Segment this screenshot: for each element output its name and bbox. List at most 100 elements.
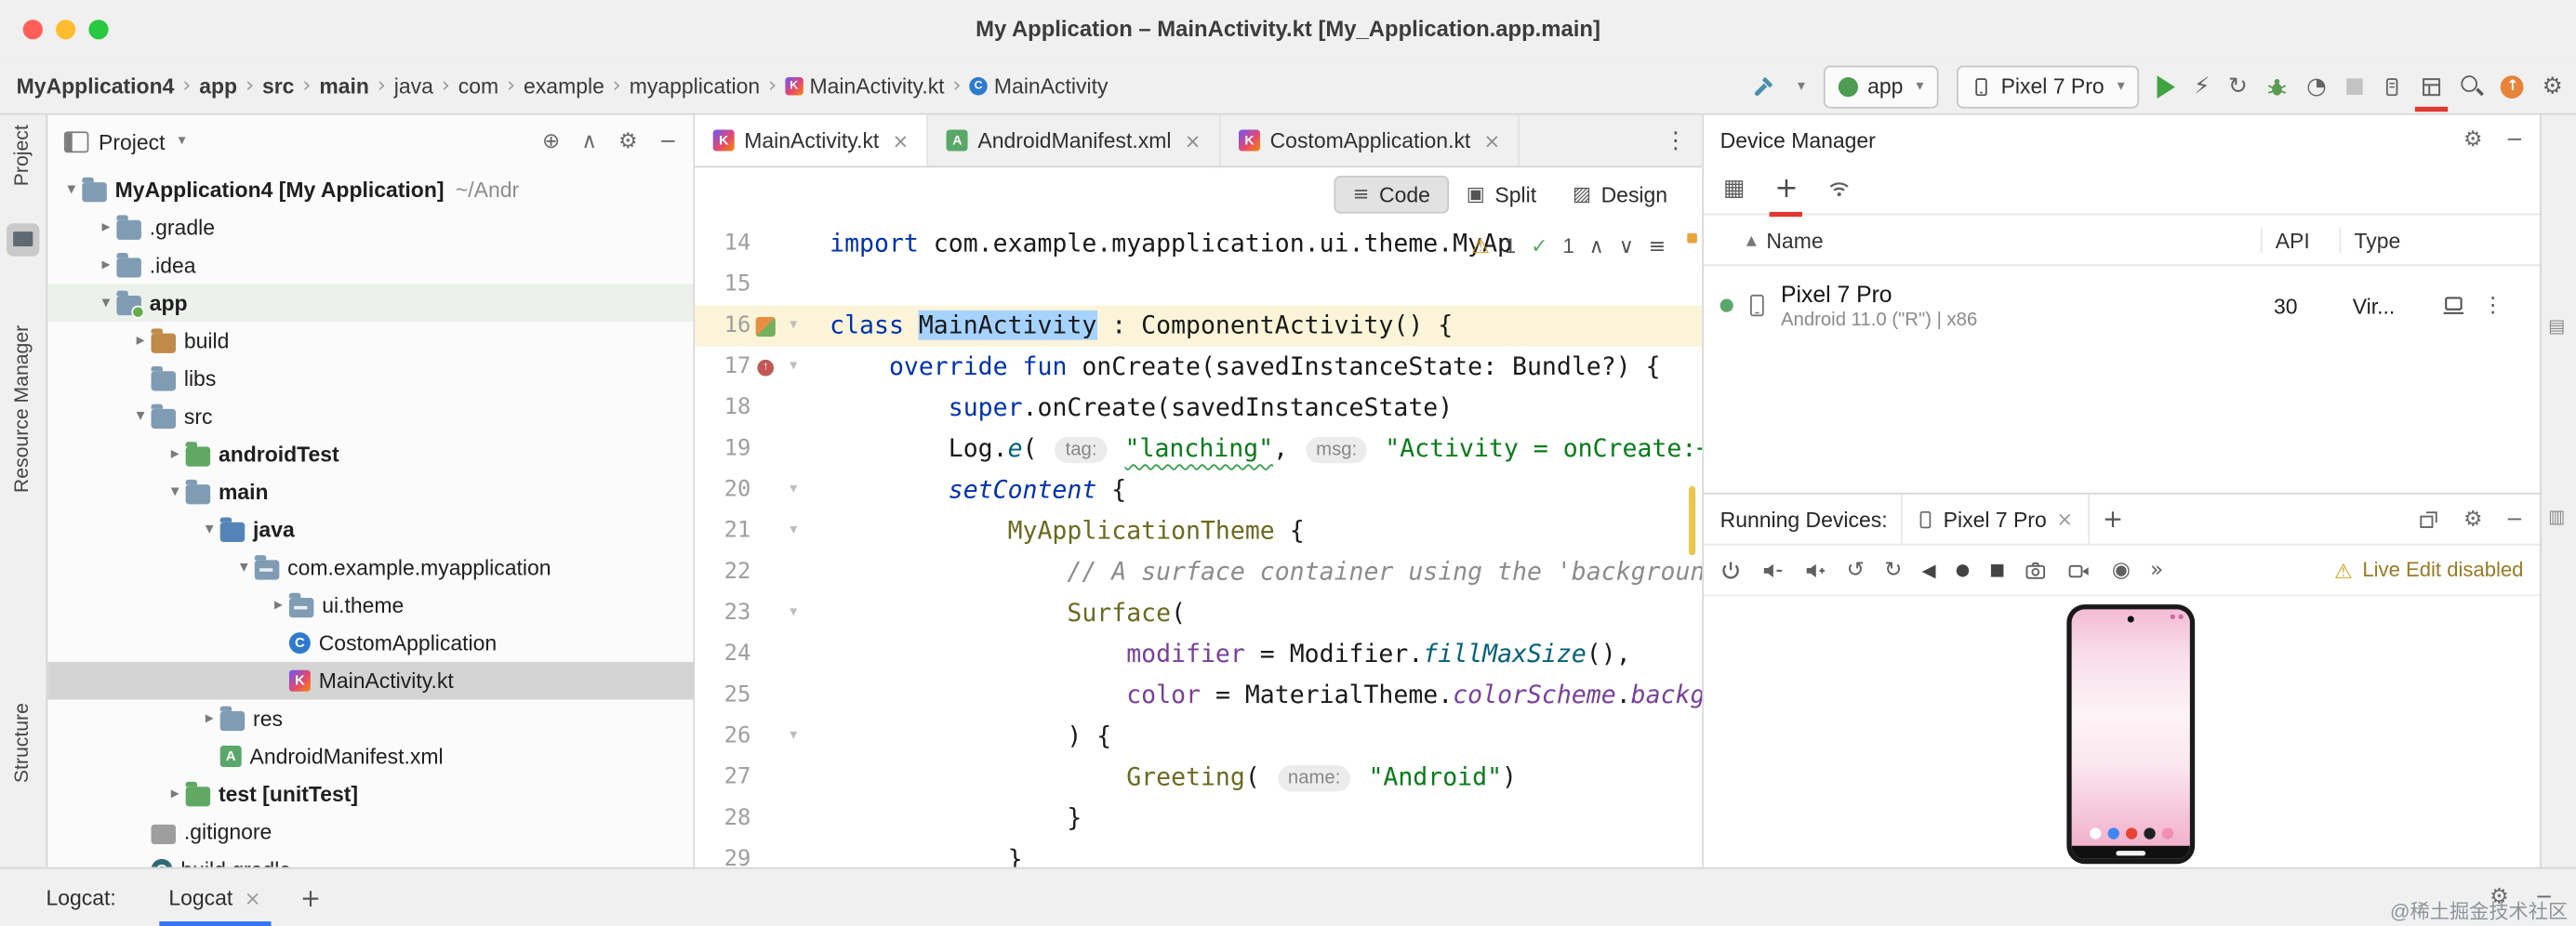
expand-arrow-icon[interactable]: ▸	[95, 257, 116, 274]
column-api[interactable]: API	[2260, 227, 2340, 253]
settings-gear-icon[interactable]: ⚙	[2543, 74, 2563, 98]
rotate-left-icon[interactable]: ↺	[1847, 558, 1865, 582]
tree-item-build[interactable]: ▸ build	[47, 322, 693, 360]
emulator-phone-frame[interactable]	[2066, 604, 2196, 865]
fold-marker-icon[interactable]: ▾	[780, 510, 806, 551]
expand-arrow-icon[interactable]: ▸	[130, 332, 152, 350]
tab-list-kebab-icon[interactable]: ⋮	[1650, 115, 1703, 166]
editor-tab-mainactivity-kt[interactable]: K MainActivity.kt ×	[695, 114, 929, 166]
debug-icon[interactable]	[2265, 74, 2289, 98]
code-line-18[interactable]: 18 super.onCreate(savedInstanceState)	[695, 388, 1702, 429]
tree-item-gitignore[interactable]: .gitignore	[47, 813, 693, 851]
tree-item-gradle[interactable]: ▸ .gradle	[47, 208, 693, 246]
hide-panel-icon[interactable]: −	[659, 129, 677, 153]
running-devices-stripe-icon[interactable]: ▥	[2548, 506, 2565, 527]
device-select[interactable]: Pixel 7 Pro ▾	[1956, 64, 2140, 108]
stripe-item-resource-manager[interactable]: Resource Manager	[10, 325, 33, 493]
breadcrumb-item-mainactivity-kt[interactable]: K MainActivity.kt	[781, 73, 948, 100]
editor-tab-costomapplication-kt[interactable]: K CostomApplication.kt ×	[1221, 114, 1520, 166]
breadcrumb-item-src[interactable]: src	[259, 73, 298, 100]
breadcrumb-item-app[interactable]: app	[196, 73, 241, 100]
group-devices-icon[interactable]: ▦	[1723, 176, 1745, 202]
editor-scrollbar[interactable]	[1682, 223, 1702, 866]
tree-item-main[interactable]: ▾ main	[47, 473, 693, 511]
profiler-icon[interactable]: ◔	[2306, 74, 2327, 98]
snapshot-icon[interactable]: ◉	[2112, 558, 2131, 582]
device-explorer-icon[interactable]	[2383, 74, 2402, 98]
code-line-26[interactable]: 26 ▾ ) {	[695, 716, 1702, 757]
code-line-23[interactable]: 23 ▾ Surface(	[695, 593, 1702, 634]
project-stripe-icon[interactable]	[7, 223, 40, 257]
code-line-17[interactable]: 17 ↑ ▾ override fun onCreate(savedInstance…	[695, 347, 1702, 388]
search-icon[interactable]	[2462, 75, 2483, 97]
breadcrumb-item-myapplication4[interactable]: MyApplication4	[13, 73, 178, 100]
add-logcat-tab-icon[interactable]: +	[300, 883, 321, 913]
tree-item-androidmanifest-xml[interactable]: A AndroidManifest.xml	[47, 737, 693, 775]
build-hammer-icon[interactable]	[1751, 73, 1775, 98]
tree-item-app[interactable]: ▾ app	[47, 284, 694, 323]
expand-arrow-icon[interactable]: ▸	[165, 785, 186, 802]
editor-tab-androidmanifest-xml[interactable]: A AndroidManifest.xml ×	[928, 114, 1221, 166]
android-class-gutter-icon[interactable]	[750, 316, 780, 337]
stripe-item-structure[interactable]: Structure	[10, 703, 33, 783]
code-line-28[interactable]: 28 }	[695, 799, 1702, 840]
expand-arrow-icon[interactable]: ▾	[130, 407, 152, 425]
view-mode-code[interactable]: ≡ Code	[1334, 175, 1449, 213]
locate-file-icon[interactable]: ⊕	[542, 129, 560, 153]
emulator-screen[interactable]	[2071, 609, 2190, 859]
fold-marker-icon[interactable]: ▾	[780, 347, 806, 388]
expand-arrow-icon[interactable]: ▸	[268, 596, 289, 614]
tree-item-libs[interactable]: libs	[47, 360, 693, 398]
screenshot-camera-icon[interactable]	[2025, 560, 2048, 581]
more-actions-chevrons-icon[interactable]: »	[2150, 558, 2163, 582]
code-line-27[interactable]: 27 Greeting( name: "Android")	[695, 757, 1702, 798]
tree-item-ui-theme[interactable]: ▸ ui.theme	[47, 587, 693, 625]
tree-item-costomapplication[interactable]: C CostomApplication	[47, 624, 693, 662]
tree-item-androidtest[interactable]: ▸ androidTest	[47, 435, 693, 473]
expand-arrow-icon[interactable]: ▸	[95, 218, 116, 236]
code-line-20[interactable]: 20 ▾ setContent {	[695, 470, 1702, 510]
expand-arrow-icon[interactable]: ▸	[199, 709, 220, 727]
next-issue-icon[interactable]: ∨	[1619, 233, 1634, 258]
code-line-25[interactable]: 25 color = MaterialTheme.colorScheme.bac…	[695, 675, 1703, 716]
android-back-button-icon[interactable]: ◀	[1922, 560, 1936, 581]
code-line-15[interactable]: 15	[695, 264, 1702, 305]
code-line-19[interactable]: 19 Log.e( tag: "lanching", msg: "Activit…	[695, 429, 1703, 470]
tree-item-test-unittest[interactable]: ▸ test [unitTest]	[47, 775, 693, 814]
breadcrumb-item-main[interactable]: main	[316, 73, 373, 100]
column-name[interactable]: Name	[1766, 228, 1823, 252]
build-dropdown-caret-icon[interactable]: ▾	[1798, 78, 1805, 95]
expand-arrow-icon[interactable]: ▾	[165, 483, 186, 500]
panel-settings-gear-icon[interactable]: ⚙	[618, 129, 638, 153]
check-icon[interactable]: ✓	[1531, 233, 1548, 258]
float-window-icon[interactable]	[2419, 509, 2440, 530]
fold-marker-icon[interactable]: ▾	[780, 593, 806, 634]
close-tab-icon[interactable]: ×	[245, 886, 261, 909]
code-line-24[interactable]: 24 modifier = Modifier.fillMaxSize(),	[695, 634, 1702, 675]
code-line-16[interactable]: 16 ▾ class MainActivity : ComponentActivit…	[695, 305, 1703, 347]
add-device-button[interactable]: +	[1770, 174, 1803, 217]
launch-on-device-icon[interactable]	[2441, 295, 2465, 316]
expand-arrow-icon[interactable]: ▾	[95, 294, 116, 311]
close-tab-icon[interactable]: ×	[1483, 129, 1500, 152]
device-more-actions-icon[interactable]: ⋮	[2482, 293, 2503, 317]
tree-item-res[interactable]: ▸ res	[47, 700, 693, 738]
close-tab-icon[interactable]: ×	[1185, 129, 1202, 152]
sync-icon[interactable]: ↻	[2228, 74, 2248, 98]
prev-issue-icon[interactable]: ∧	[1589, 233, 1604, 258]
fold-marker-icon[interactable]: ▾	[780, 306, 806, 347]
device-row[interactable]: Pixel 7 Pro Android 11.0 ("R") | x86 30 …	[1704, 266, 2540, 345]
android-home-button-icon[interactable]: ●	[1956, 561, 1970, 578]
close-tab-icon[interactable]: ×	[892, 129, 909, 152]
device-manager-settings-gear-icon[interactable]: ⚙	[2463, 127, 2483, 152]
rotate-right-icon[interactable]: ↻	[1884, 558, 1902, 582]
tree-item-com-example-myapplication[interactable]: ▾ com.example.myapplication	[47, 549, 693, 587]
running-devices-toolbar-icon[interactable]	[2415, 74, 2449, 112]
tree-item-build-gradle[interactable]: Gbuild.gradle	[47, 851, 693, 867]
warning-icon[interactable]: ⚠	[1471, 233, 1490, 258]
breadcrumb-item-mainactivity[interactable]: C MainActivity	[966, 73, 1111, 100]
pair-wifi-icon[interactable]	[1827, 178, 1852, 201]
stripe-item-project[interactable]: Project	[10, 125, 33, 186]
breadcrumb-item-example[interactable]: example	[521, 73, 608, 100]
expand-arrow-icon[interactable]: ▾	[233, 559, 255, 576]
